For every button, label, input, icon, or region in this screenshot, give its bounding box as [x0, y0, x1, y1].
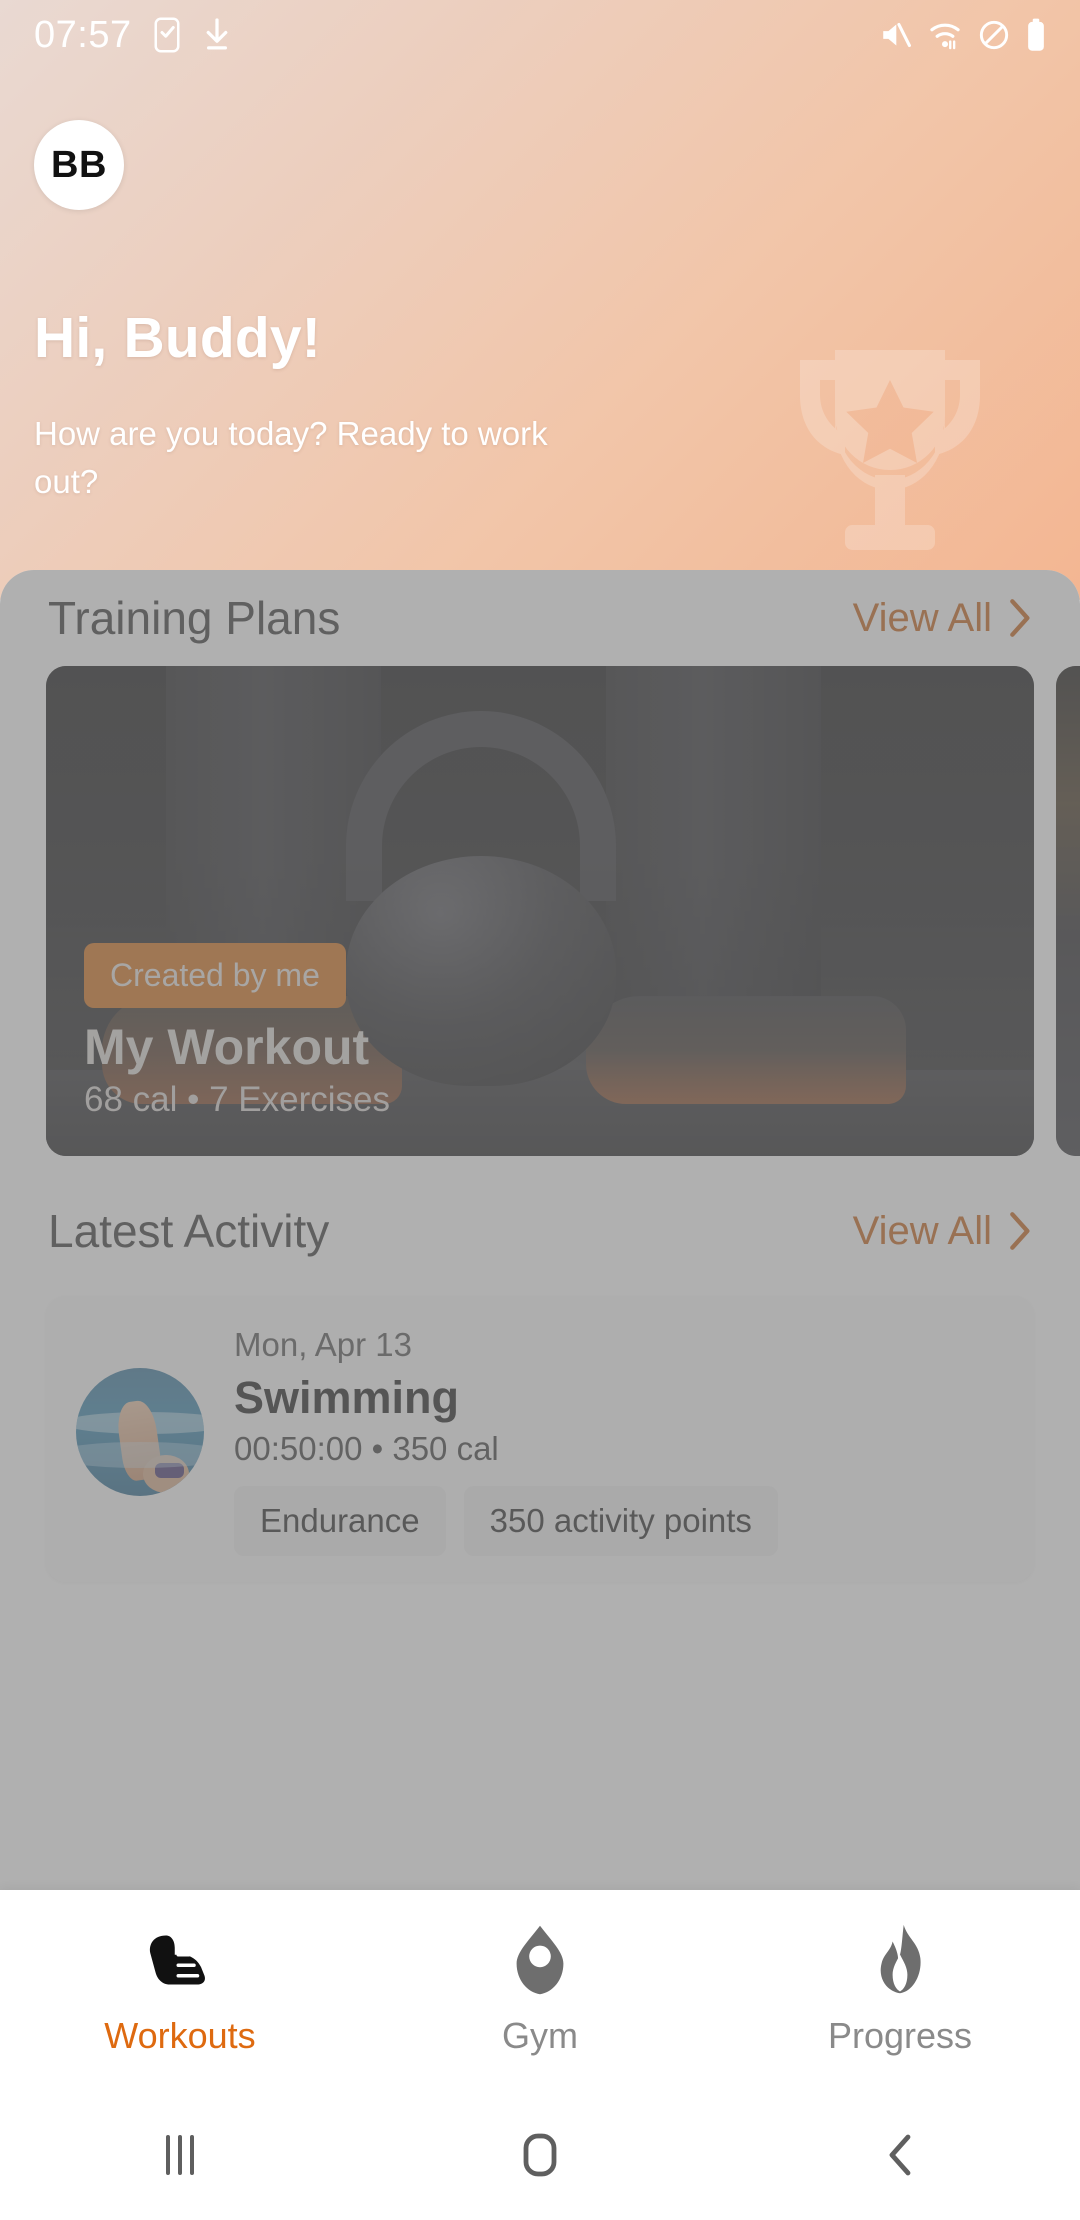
tab-progress-label: Progress — [827, 2015, 973, 2056]
activity-date: Mon, Apr 13 — [234, 1326, 412, 1363]
battery-icon — [1028, 18, 1044, 51]
chevron-right-icon — [1010, 1212, 1030, 1250]
view-all-label: View All — [852, 595, 992, 640]
bottom-navigation: Workouts Gym Progress — [0, 1890, 1080, 2090]
wifi-icon — [930, 23, 960, 50]
download-icon — [206, 18, 227, 50]
shoe-icon — [144, 1923, 216, 1997]
activity-title: Swimming — [234, 1372, 460, 1423]
note-checklist-icon — [154, 17, 180, 53]
training-plan-card-overlay: Created by me My Workout 68 cal • 7 Exer… — [84, 943, 996, 1120]
do-not-disturb-icon — [979, 20, 1009, 50]
activity-chips: Endurance 350 activity points — [234, 1486, 1004, 1556]
header-banner: 07:57 BB Hi, Buddy! How are you today? R… — [0, 0, 1080, 600]
avatar-initials: BB — [51, 143, 107, 186]
latest-activity-header: Latest Activity View All — [0, 1166, 1080, 1296]
flame-icon — [864, 1923, 936, 1997]
greeting-title: Hi, Buddy! — [34, 306, 321, 370]
status-bar-right — [878, 18, 1046, 52]
latest-activity-list: Mon, Apr 13 Swimming 00:50:00 • 350 cal … — [0, 1296, 1080, 1582]
mute-icon — [883, 22, 911, 48]
activity-thumbnail — [76, 1368, 204, 1496]
view-all-label: View All — [852, 1208, 992, 1253]
training-plans-carousel[interactable]: Created by me My Workout 68 cal • 7 Exer… — [0, 666, 1080, 1166]
status-time: 07:57 — [34, 13, 132, 56]
chevron-right-icon — [1010, 599, 1030, 637]
latest-activity-view-all-button[interactable]: View All — [853, 1209, 1032, 1254]
home-icon[interactable] — [360, 2130, 720, 2180]
training-plan-card[interactable]: Created by me My Workout 68 cal • 7 Exer… — [46, 666, 1034, 1156]
status-badge: 350 activity points — [463, 1486, 778, 1556]
tab-workouts-label: Workouts — [104, 2015, 256, 2056]
training-plans-title: Training Plans — [48, 592, 341, 644]
greeting-subtitle: How are you today? Ready to work out? — [34, 415, 548, 500]
recents-icon[interactable] — [0, 2130, 360, 2180]
activity-stats: 00:50:00 • 350 cal — [234, 1430, 499, 1467]
status-badge: Endurance — [234, 1486, 446, 1556]
status-bar: 07:57 — [0, 0, 1080, 70]
content-sheet: Training Plans View All Created by me My… — [0, 570, 1080, 1890]
gym-marker-icon — [504, 1923, 576, 1997]
training-plans-view-all-button[interactable]: View All — [853, 596, 1032, 641]
latest-activity-title: Latest Activity — [48, 1205, 330, 1257]
list-item[interactable]: Mon, Apr 13 Swimming 00:50:00 • 350 cal … — [46, 1296, 1034, 1582]
tab-progress[interactable]: Progress — [720, 1923, 1080, 2057]
tab-workouts[interactable]: Workouts — [0, 1923, 360, 2057]
tab-gym[interactable]: Gym — [360, 1923, 720, 2057]
tab-gym-label: Gym — [502, 2015, 578, 2056]
training-plans-header: Training Plans View All — [0, 570, 1080, 666]
activity-details: Mon, Apr 13 Swimming 00:50:00 • 350 cal … — [234, 1326, 1004, 1556]
training-plan-card-title: My Workout — [84, 1019, 370, 1075]
training-plan-card-next-image — [1056, 666, 1080, 1156]
app-screen: 07:57 BB Hi, Buddy! How are you today? R… — [0, 0, 1080, 2220]
back-icon[interactable] — [720, 2130, 1080, 2180]
training-plan-card-subtitle: 68 cal • 7 Exercises — [84, 1080, 390, 1119]
system-navigation-bar — [0, 2090, 1080, 2220]
avatar[interactable]: BB — [34, 120, 124, 210]
trophy-icon — [760, 330, 1020, 580]
training-plan-card-next[interactable] — [1056, 666, 1080, 1156]
created-by-me-badge: Created by me — [84, 943, 346, 1008]
status-bar-left: 07:57 — [34, 14, 232, 57]
